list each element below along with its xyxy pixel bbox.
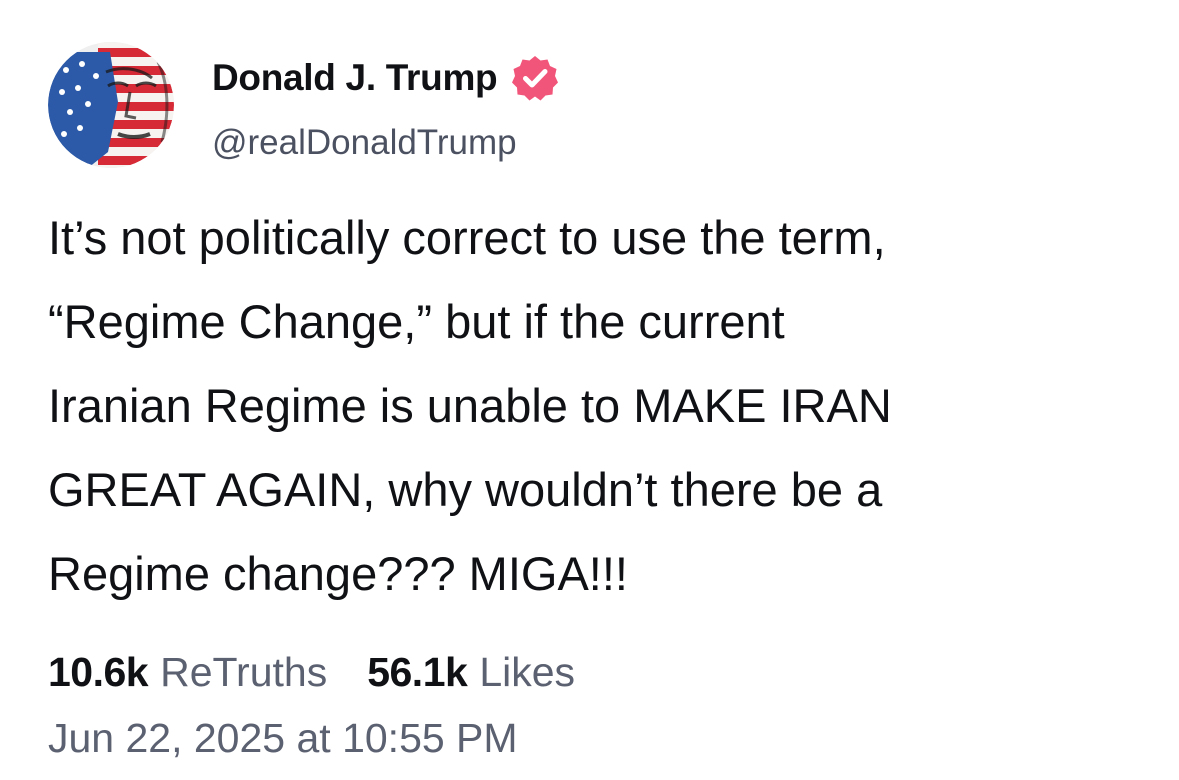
avatar[interactable] — [48, 42, 174, 168]
likes-stat[interactable]: 56.1k Likes — [367, 644, 575, 700]
likes-label: Likes — [479, 649, 576, 695]
post-text-line: Iranian Regime is unable to MAKE IRAN — [48, 379, 892, 432]
post-text-line: GREAT AGAIN, why wouldn’t there be a — [48, 463, 883, 516]
engagement-stats: 10.6k ReTruths 56.1k Likes — [48, 644, 575, 700]
retruths-label: ReTruths — [160, 649, 328, 695]
post-timestamp: Jun 22, 2025 at 10:55 PM — [48, 715, 518, 761]
author-name-row: Donald J. Trump — [212, 54, 559, 102]
author-handle[interactable]: @realDonaldTrump — [212, 122, 517, 164]
retruths-count: 10.6k — [48, 649, 149, 695]
verified-badge-icon — [511, 54, 559, 102]
post-text-line: It’s not politically correct to use the … — [48, 211, 886, 264]
portrait-flag-avatar-icon — [48, 42, 174, 168]
retruths-stat[interactable]: 10.6k ReTruths — [48, 644, 327, 700]
post-text-line: Regime change??? MIGA!!! — [48, 547, 628, 600]
post-body: It’s not politically correct to use the … — [48, 196, 1138, 616]
post-text-line: “Regime Change,” but if the current — [48, 295, 785, 348]
likes-count: 56.1k — [367, 649, 468, 695]
post-card: Donald J. Trump @realDonaldTrump It’s no… — [0, 0, 1179, 780]
author-display-name[interactable]: Donald J. Trump — [212, 56, 498, 100]
